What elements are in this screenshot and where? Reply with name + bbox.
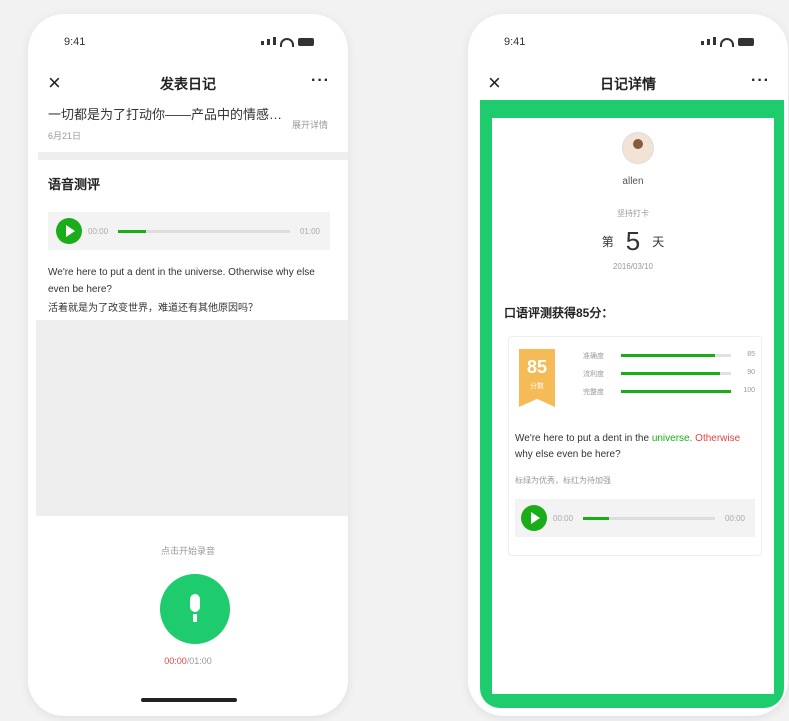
sentence-part-2: why else even be here? bbox=[515, 449, 621, 460]
metric-row: 流利度 90 bbox=[583, 367, 755, 379]
metric-fill bbox=[621, 354, 715, 357]
score-title: 口语评测获得85分： bbox=[504, 306, 614, 320]
metric-value: 85 bbox=[747, 351, 755, 358]
battery-icon bbox=[738, 38, 754, 46]
player-progress-track[interactable] bbox=[583, 516, 715, 520]
sentence-part-1: We're here to put a dent in the bbox=[515, 433, 652, 444]
page-title: 发表日记 bbox=[160, 76, 216, 92]
record-hint: 点击开始录音 bbox=[160, 546, 215, 556]
player-current-time: 00:00 bbox=[553, 513, 574, 523]
streak-label: 坚持打卡 bbox=[617, 209, 649, 218]
wifi-icon bbox=[280, 37, 294, 47]
diary-detail-screen: 9:41 × 日记详情 ··· allen 坚持打卡 第5天 2016/03/1… bbox=[468, 14, 788, 716]
avatar[interactable] bbox=[622, 132, 654, 164]
status-bar: 9:41 bbox=[468, 36, 788, 54]
status-icons bbox=[700, 36, 754, 48]
more-icon[interactable]: ··· bbox=[311, 72, 330, 90]
metric-value: 100 bbox=[743, 387, 755, 394]
entry-title: 一切都是为了打动你——产品中的情感… bbox=[48, 107, 283, 122]
signal-icon bbox=[700, 36, 716, 48]
voice-section-title: 语音测评 bbox=[48, 177, 101, 192]
nav-bar: × 日记详情 ··· bbox=[468, 68, 788, 100]
timer-total: /01:00 bbox=[186, 656, 212, 666]
player-duration: 00:00 bbox=[724, 513, 745, 523]
status-time: 9:41 bbox=[64, 36, 86, 48]
metric-row: 准确度 85 bbox=[583, 349, 755, 361]
score-ribbon: 85 分数 bbox=[519, 349, 555, 407]
english-sentence: We're here to put a dent in the universe… bbox=[48, 267, 315, 295]
page-title: 日记详情 bbox=[600, 76, 656, 92]
more-icon[interactable]: ··· bbox=[751, 72, 770, 90]
good-word: universe. bbox=[651, 433, 693, 444]
play-icon[interactable] bbox=[56, 218, 82, 244]
audio-player: 00:00 01:00 bbox=[48, 212, 330, 250]
metric-fill bbox=[621, 390, 731, 393]
play-icon[interactable] bbox=[521, 505, 547, 531]
player-progress-track[interactable] bbox=[118, 229, 290, 233]
metric-row: 完整度 100 bbox=[583, 385, 755, 397]
metric-fill bbox=[621, 372, 720, 375]
expand-details-link[interactable]: 展开详情 bbox=[292, 118, 328, 131]
metric-track bbox=[621, 390, 731, 393]
diary-entry[interactable]: 一切都是为了打动你——产品中的情感… 6月21日 展开详情 bbox=[48, 104, 328, 142]
home-indicator[interactable] bbox=[141, 698, 237, 702]
diary-date: 2016/03/10 bbox=[612, 262, 654, 271]
day-number: 5 bbox=[625, 226, 641, 256]
image-area bbox=[36, 320, 348, 516]
compose-diary-screen: 9:41 × 发表日记 ··· 一切都是为了打动你——产品中的情感… 6月21日… bbox=[28, 14, 348, 716]
audio-player: 00:00 00:00 bbox=[515, 499, 755, 537]
nav-bar: × 发表日记 ··· bbox=[28, 68, 348, 100]
player-current-time: 00:00 bbox=[88, 226, 109, 236]
metric-label: 完整度 bbox=[583, 389, 604, 396]
chinese-translation: 活着就是为了改变世界，难道还有其他原因吗？ bbox=[48, 303, 258, 314]
entry-date: 6月21日 bbox=[48, 131, 82, 141]
status-icons bbox=[260, 36, 314, 48]
user-name: allen bbox=[622, 176, 644, 187]
score-value: 85 bbox=[526, 357, 548, 377]
day-suffix: 天 bbox=[652, 235, 665, 249]
record-button[interactable] bbox=[160, 574, 230, 644]
battery-icon bbox=[298, 38, 314, 46]
player-duration: 01:00 bbox=[299, 226, 320, 236]
metric-label: 流利度 bbox=[583, 371, 604, 378]
status-bar: 9:41 bbox=[28, 36, 348, 54]
player-progress-fill bbox=[118, 229, 146, 233]
wifi-icon bbox=[720, 37, 734, 47]
record-timer: 00:00/01:00 bbox=[28, 656, 348, 666]
metric-label: 准确度 bbox=[583, 353, 604, 360]
score-unit: 分数 bbox=[530, 383, 544, 390]
metric-track bbox=[621, 372, 731, 375]
day-count: 第5天 bbox=[492, 226, 774, 257]
score-card: 85 分数 准确度 85 流利度 90 完整度 100 We're here to put… bbox=[508, 336, 762, 556]
bad-word: Otherwise bbox=[695, 433, 741, 444]
day-prefix: 第 bbox=[601, 235, 614, 249]
status-time: 9:41 bbox=[504, 36, 526, 48]
metric-value: 90 bbox=[747, 369, 755, 376]
scored-sentence: We're here to put a dent in the universe… bbox=[515, 431, 755, 463]
legend-note: 标绿为优秀，标红为待加强 bbox=[515, 476, 611, 485]
timer-current: 00:00 bbox=[164, 656, 187, 666]
section-divider bbox=[38, 152, 348, 160]
player-progress-fill bbox=[583, 516, 610, 520]
signal-icon bbox=[260, 36, 276, 48]
metric-track bbox=[621, 354, 731, 357]
